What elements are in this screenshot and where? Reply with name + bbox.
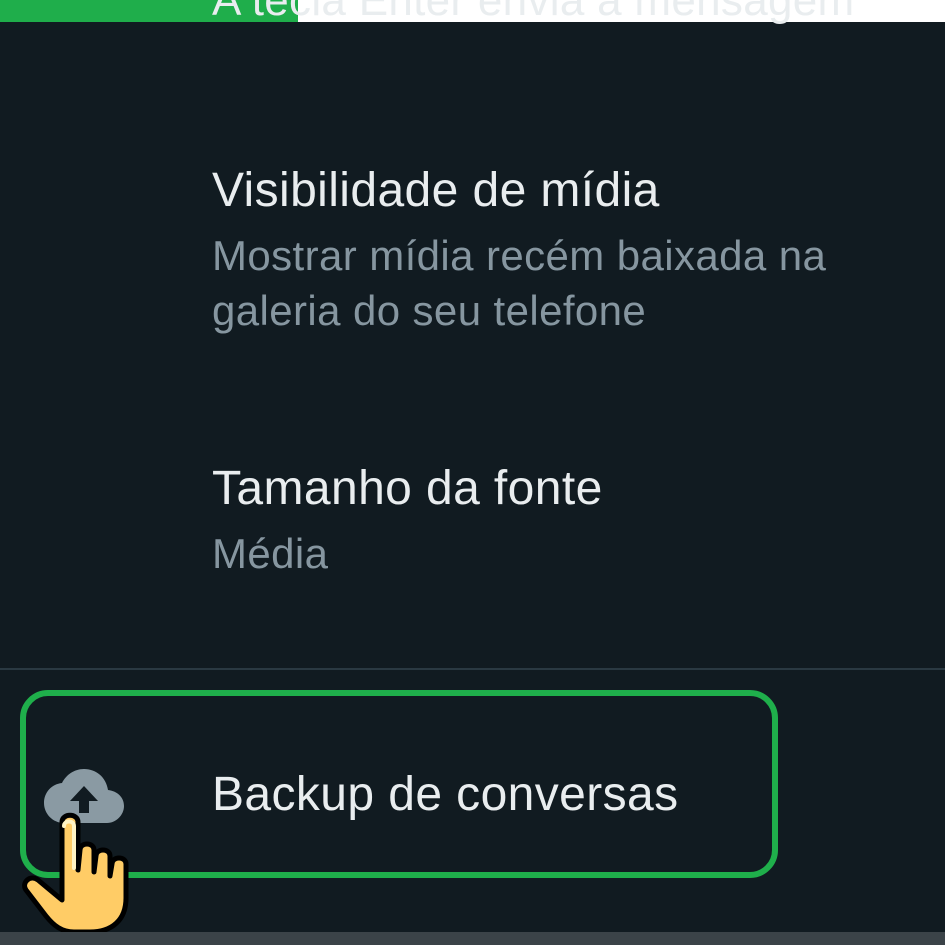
settings-chats-screen: A tecla Enter envia a mensagem Visibilid… (0, 0, 945, 945)
media-visibility-title: Visibilidade de mídia (212, 164, 660, 217)
section-divider (0, 668, 945, 670)
font-size-value: Média (212, 530, 329, 577)
font-size-title: Tamanho da fonte (212, 462, 603, 515)
bottom-edge-bar (0, 932, 945, 945)
hand-pointer-icon (22, 812, 129, 935)
font-size-setting[interactable]: Tamanho da fonte Média (212, 460, 915, 581)
media-visibility-subtitle: Mostrar mídia recém baixada na galeria d… (212, 232, 827, 334)
enter-sends-subtitle: A tecla Enter envia a mensagem (212, 0, 855, 25)
media-visibility-setting[interactable]: Visibilidade de mídia Mostrar mídia recé… (212, 162, 915, 338)
